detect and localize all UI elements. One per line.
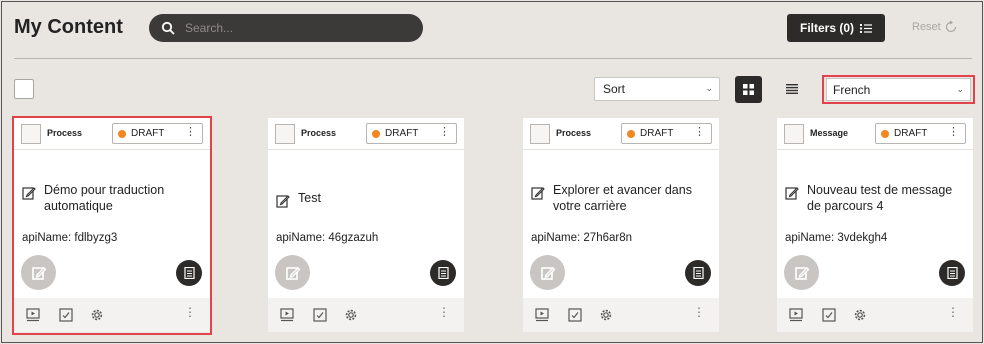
card-type: Process	[556, 128, 592, 138]
status-kebab-icon[interactable]: ⋮	[948, 127, 959, 138]
card-header: Process DRAFT ⋮	[523, 118, 719, 150]
preview-icon[interactable]	[789, 308, 803, 322]
edit-button[interactable]	[784, 255, 819, 290]
status-kebab-icon[interactable]: ⋮	[439, 127, 450, 138]
edit-icon	[785, 187, 799, 200]
card-kebab-icon[interactable]: ⋮	[693, 305, 705, 319]
edit-button[interactable]	[275, 255, 310, 290]
content-panel: My Content Search... Filters (0) Reset S…	[1, 1, 983, 343]
content-card[interactable]: Message DRAFT ⋮ Nouveau test de message …	[777, 118, 973, 332]
edit-icon	[540, 266, 555, 280]
search-icon	[161, 21, 175, 35]
card-api-name: apiName: 46gzazuh	[276, 232, 379, 244]
edit-icon	[285, 266, 300, 280]
card-kebab-icon[interactable]: ⋮	[438, 305, 450, 319]
card-title: Explorer et avancer dans votre carrière	[553, 183, 692, 213]
status-label: DRAFT	[385, 128, 419, 139]
details-button[interactable]	[939, 260, 965, 286]
card-footer: ⋮	[523, 298, 719, 332]
reset-label: Reset	[912, 21, 941, 33]
card-header: Process DRAFT ⋮	[268, 118, 464, 150]
gear-icon[interactable]	[344, 308, 358, 322]
page-title: My Content	[14, 16, 123, 38]
card-title-row[interactable]: Test	[276, 190, 458, 208]
grid-view-button[interactable]	[735, 76, 762, 103]
content-card[interactable]: Process DRAFT ⋮ Test apiName: 46gzazuh ⋮	[268, 118, 464, 332]
card-api-name: apiName: 3vdekgh4	[785, 232, 888, 244]
status-dot-icon	[627, 129, 635, 138]
gear-icon[interactable]	[853, 308, 867, 322]
status-label: DRAFT	[640, 128, 674, 139]
list-view-icon	[786, 84, 798, 94]
search-bar[interactable]: Search...	[149, 14, 423, 42]
search-input[interactable]: Search...	[185, 21, 233, 35]
status-dropdown[interactable]: DRAFT ⋮	[366, 123, 457, 144]
document-icon	[692, 267, 704, 279]
chevron-down-icon: ⌄	[705, 83, 713, 93]
card-title: Nouveau test de message de parcours 4	[807, 183, 953, 213]
edit-button[interactable]	[530, 255, 565, 290]
card-type: Message	[810, 128, 849, 138]
header-divider	[14, 58, 972, 59]
status-dot-icon	[881, 129, 889, 138]
sort-dropdown[interactable]: Sort ⌄	[594, 77, 720, 101]
card-title-row[interactable]: Explorer et avancer dans votre carrière	[531, 182, 713, 214]
content-card[interactable]: Process DRAFT ⋮ Explorer et avancer dans…	[523, 118, 719, 332]
status-dot-icon	[372, 129, 380, 138]
card-footer: ⋮	[777, 298, 973, 332]
preview-icon[interactable]	[535, 308, 549, 322]
language-highlight-box	[822, 75, 975, 104]
status-label: DRAFT	[894, 128, 928, 139]
filters-label: Filters (0)	[799, 21, 854, 35]
document-icon	[946, 267, 958, 279]
card-header: Message DRAFT ⋮	[777, 118, 973, 150]
list-view-button[interactable]	[783, 81, 801, 97]
edit-icon	[276, 195, 290, 208]
card-kebab-icon[interactable]: ⋮	[947, 305, 959, 319]
checklist-icon[interactable]	[313, 308, 327, 322]
checklist-icon[interactable]	[568, 308, 582, 322]
status-dropdown[interactable]: DRAFT ⋮	[875, 123, 966, 144]
card-api-name: apiName: 27h6ar8n	[531, 232, 633, 244]
status-dropdown[interactable]: DRAFT ⋮	[621, 123, 712, 144]
card-type: Process	[301, 128, 337, 138]
filter-list-icon	[860, 23, 872, 33]
card-title: Test	[298, 191, 321, 205]
select-all-checkbox[interactable]	[14, 79, 34, 99]
gear-icon[interactable]	[599, 308, 613, 322]
checklist-icon[interactable]	[822, 308, 836, 322]
reset-icon	[945, 21, 956, 33]
details-button[interactable]	[430, 260, 456, 286]
filters-button[interactable]: Filters (0)	[787, 14, 885, 42]
card-select-checkbox[interactable]	[784, 124, 804, 144]
grid-view-icon	[743, 84, 754, 95]
details-button[interactable]	[685, 260, 711, 286]
edit-icon	[531, 187, 545, 200]
reset-button[interactable]: Reset	[912, 21, 957, 33]
card-footer: ⋮	[268, 298, 464, 332]
sort-label: Sort	[603, 82, 626, 96]
card-highlight-box	[12, 116, 212, 335]
status-kebab-icon[interactable]: ⋮	[694, 127, 705, 138]
document-icon	[437, 267, 449, 279]
card-select-checkbox[interactable]	[530, 124, 550, 144]
card-select-checkbox[interactable]	[275, 124, 295, 144]
preview-icon[interactable]	[280, 308, 294, 322]
edit-icon	[794, 266, 809, 280]
card-title-row[interactable]: Nouveau test de message de parcours 4	[785, 182, 967, 214]
